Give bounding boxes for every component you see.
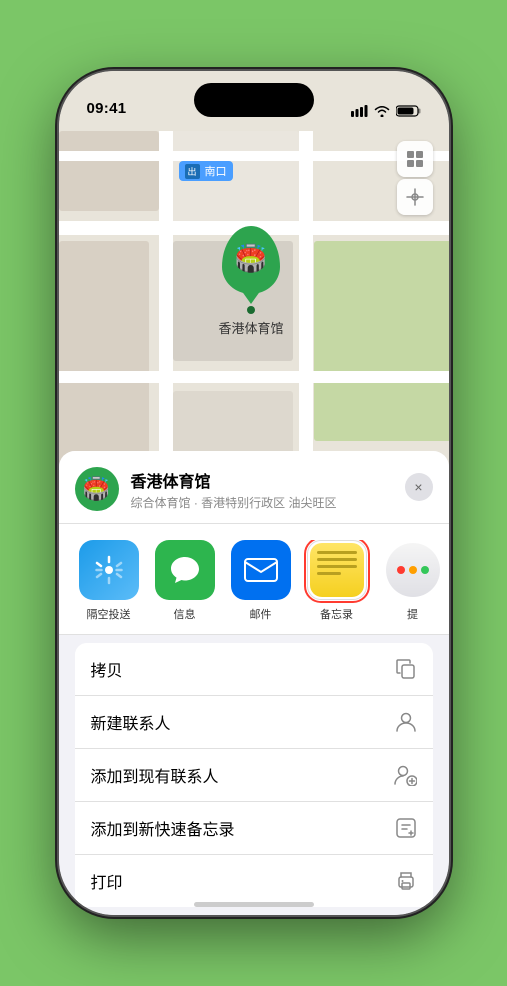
notes-icon-wrap (307, 540, 367, 600)
map-controls (397, 141, 433, 215)
more-icon (386, 543, 440, 597)
airdrop-label: 隔空投送 (87, 606, 131, 622)
dot-green (421, 566, 429, 574)
add-note-label: 添加到新快速备忘录 (91, 816, 235, 840)
marker-label-text: 香港体育馆 (219, 318, 284, 337)
sheet-close-button[interactable]: × (405, 473, 433, 501)
sheet-info: 香港体育馆 综合体育馆 · 香港特别行政区 油尖旺区 (131, 468, 337, 511)
app-item-messages[interactable]: 信息 (151, 540, 219, 622)
dot-red (397, 566, 405, 574)
dynamic-island (194, 83, 314, 117)
battery-icon (396, 105, 421, 117)
location-button[interactable] (397, 179, 433, 215)
map-type-button[interactable] (397, 141, 433, 177)
sheet-subtitle: 综合体育馆 · 香港特别行政区 油尖旺区 (131, 494, 337, 511)
status-time: 09:41 (87, 100, 127, 117)
action-add-existing[interactable]: 添加到现有联系人 (75, 749, 433, 802)
marker-pin: 🏟️ (222, 226, 280, 294)
add-existing-label: 添加到现有联系人 (91, 763, 219, 787)
app-item-mail[interactable]: 邮件 (227, 540, 295, 622)
app-item-airdrop[interactable]: 隔空投送 (75, 540, 143, 622)
phone-screen: 09:41 (59, 71, 449, 915)
dot-yellow (409, 566, 417, 574)
home-indicator (194, 902, 314, 907)
messages-label: 信息 (174, 606, 196, 622)
mail-label: 邮件 (250, 606, 272, 622)
print-label: 打印 (91, 869, 123, 893)
venue-icon: 🏟️ (75, 467, 119, 511)
bottom-sheet: 🏟️ 香港体育馆 综合体育馆 · 香港特别行政区 油尖旺区 × (59, 451, 449, 915)
sheet-title: 香港体育馆 (131, 468, 337, 492)
copy-label: 拷贝 (91, 657, 123, 681)
action-copy[interactable]: 拷贝 (75, 643, 433, 696)
sheet-header: 🏟️ 香港体育馆 综合体育馆 · 香港特别行政区 油尖旺区 × (59, 451, 449, 524)
more-label: 提 (407, 606, 418, 622)
map-entrance-label: 出 南口 (179, 161, 233, 181)
close-icon: × (414, 479, 422, 495)
share-apps-row: 隔空投送 信息 (59, 524, 449, 635)
location-marker: 🏟️ 香港体育馆 (219, 226, 284, 337)
airdrop-icon (79, 540, 139, 600)
entrance-label-text: 南口 (205, 163, 227, 179)
messages-icon (155, 540, 215, 600)
notes-icon (310, 543, 364, 597)
status-icons (351, 105, 421, 117)
more-icon-wrap (383, 540, 443, 600)
phone-frame: 09:41 (59, 71, 449, 915)
map-area[interactable]: 出 南口 (59, 71, 449, 491)
action-new-contact[interactable]: 新建联系人 (75, 696, 433, 749)
action-add-note[interactable]: 添加到新快速备忘录 (75, 802, 433, 855)
action-print[interactable]: 打印 (75, 855, 433, 907)
person-add-icon (395, 711, 417, 733)
app-item-more[interactable]: 提 (379, 540, 447, 622)
person-badge-plus-icon (393, 764, 417, 786)
apps-scroll: 隔空投送 信息 (59, 540, 449, 622)
note-add-icon (395, 817, 417, 839)
wifi-icon (374, 105, 390, 117)
marker-dot (247, 306, 255, 314)
mail-icon (231, 540, 291, 600)
copy-icon (395, 658, 417, 680)
print-icon (395, 870, 417, 892)
signal-icon (351, 105, 368, 117)
notes-label: 备忘录 (320, 606, 353, 622)
app-item-notes[interactable]: 备忘录 (303, 540, 371, 622)
action-rows: 拷贝 新建联系人 (75, 643, 433, 907)
new-contact-label: 新建联系人 (91, 710, 171, 734)
stadium-icon: 🏟️ (235, 243, 267, 274)
